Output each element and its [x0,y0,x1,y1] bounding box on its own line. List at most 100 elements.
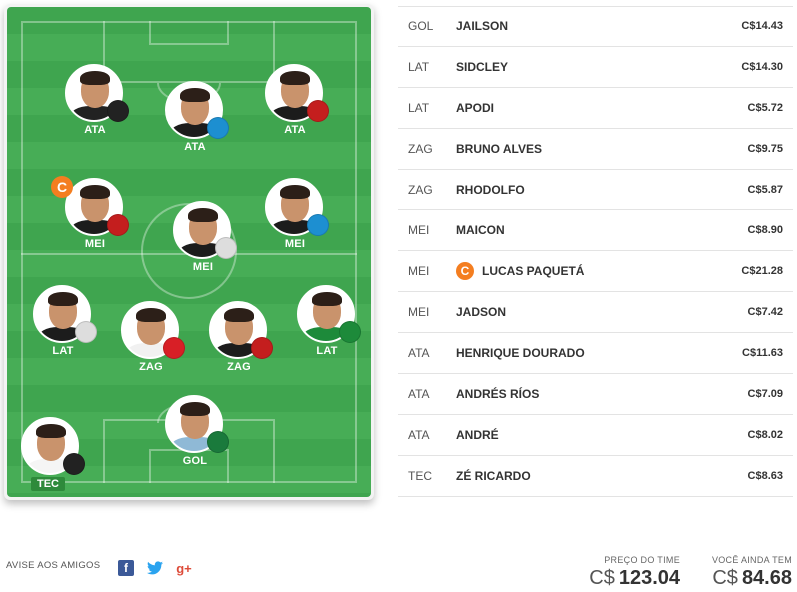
row-player-name: HENRIQUE DOURADO [456,346,585,361]
row-player-name-cell: ZÉ RICARDO [456,469,703,483]
row-player-name-cell: HENRIQUE DOURADO [456,346,703,360]
team-list-row[interactable]: MEI C LUCAS PAQUETÁ C$21.28 [398,251,793,293]
club-badge-icon [207,117,229,139]
club-badge-icon [251,337,273,359]
row-position: ZAG [408,141,433,156]
club-badge-icon [307,100,329,122]
row-position: LAT [408,59,430,74]
field-player[interactable]: ZAG [116,301,186,391]
coach-position-label: TEC [31,477,65,491]
row-player-name-cell: MAICON [456,223,703,237]
field-player[interactable]: ATA [160,81,230,171]
row-player-name-cell: RHODOLFO [456,183,703,197]
club-badge-icon [163,337,185,359]
row-player-name: RHODOLFO [456,182,525,197]
row-position: GOL [408,19,434,34]
row-player-name-cell: JADSON [456,305,703,319]
team-list-row[interactable]: GOL JAILSON C$14.43 [398,6,793,47]
row-position: MEI [408,264,430,279]
field-player[interactable]: ZAG [204,301,274,391]
row-price: C$21.28 [741,265,783,278]
team-price-label: PREÇO DO TIME [604,555,680,565]
row-player-name: MAICON [456,223,505,238]
facebook-icon[interactable]: f [118,560,134,576]
row-position: MEI [408,305,430,320]
remaining-budget-value: 84.68 [741,567,792,589]
player-position-label: GOL [182,455,208,467]
remaining-budget-block: VOCÊ AINDA TEM C$ 84.68 [700,555,792,590]
row-price: C$8.90 [747,224,783,237]
club-badge-icon [63,453,85,475]
row-player-name-cell: BRUNO ALVES [456,142,703,156]
team-list-row[interactable]: MEI JADSON C$7.42 [398,292,793,334]
remaining-budget-value-row: C$ 84.68 [700,567,792,590]
row-price: C$5.72 [747,101,783,114]
team-list-row[interactable]: MEI MAICON C$8.90 [398,210,793,252]
team-list-row[interactable]: TEC ZÉ RICARDO C$8.63 [398,456,793,497]
team-list-row[interactable]: ZAG BRUNO ALVES C$9.75 [398,129,793,170]
row-player-name: SIDCLEY [456,59,509,74]
google-plus-icon[interactable]: g+ [176,560,192,576]
row-player-name-cell: C LUCAS PAQUETÁ [456,262,703,281]
row-position: ATA [408,427,430,442]
team-list-row[interactable]: LAT APODI C$5.72 [398,88,793,129]
player-position-label: LAT [52,345,74,357]
club-badge-icon [339,321,361,343]
player-position-label: MEI [84,238,106,250]
team-list-row[interactable]: ATA ANDRÉS RÍOS C$7.09 [398,374,793,415]
row-price: C$11.63 [742,347,783,360]
row-price: C$9.75 [747,142,783,155]
field-player[interactable]: ATA [260,64,330,154]
remaining-budget-currency: C$ [712,567,738,589]
club-badge-icon [207,431,229,453]
soccer-field: ATA ATA ATA MEI C MEI MEI LAT ZAG ZAG LA… [7,7,371,497]
field-player[interactable]: LAT [292,285,362,375]
player-position-label: ATA [84,124,106,136]
club-badge-icon [107,100,129,122]
row-player-name-cell: SIDCLEY [456,60,703,74]
row-position: MEI [408,223,430,238]
row-price: C$7.09 [747,387,783,400]
row-player-name: BRUNO ALVES [456,141,543,156]
row-player-name: ANDRÉS RÍOS [456,386,540,401]
team-price-currency: C$ [589,567,615,589]
row-position: ATA [408,386,430,401]
team-price-value: 123.04 [618,567,680,589]
field-player[interactable]: MEI [168,201,238,291]
team-list-row[interactable]: ATA ANDRÉ C$8.02 [398,415,793,456]
team-list: GOL JAILSON C$14.43 LAT SIDCLEY C$14.30 LAT APO… [398,6,793,497]
field-panel: ATA ATA ATA MEI C MEI MEI LAT ZAG ZAG LA… [4,4,374,500]
row-price: C$14.30 [741,60,783,73]
row-player-name: JAILSON [456,19,509,34]
field-player[interactable]: LAT [28,285,98,375]
captain-badge-icon: C [456,262,474,281]
club-badge-icon [215,237,237,259]
row-player-name-cell: ANDRÉ [456,428,703,442]
twitter-icon[interactable] [147,560,163,576]
field-player[interactable]: MEI [260,178,330,268]
row-player-name-cell: JAILSON [456,19,703,33]
player-position-label: ATA [284,124,306,136]
row-player-name-cell: APODI [456,101,703,115]
row-player-name: ANDRÉ [456,427,499,442]
player-position-label: ZAG [139,361,163,373]
player-position-label: MEI [284,238,306,250]
team-list-row[interactable]: ZAG RHODOLFO C$5.87 [398,170,793,211]
row-player-name: LUCAS PAQUETÁ [482,264,585,279]
row-player-name: ZÉ RICARDO [456,468,531,483]
club-badge-icon [307,214,329,236]
row-player-name: JADSON [456,305,507,320]
team-list-row[interactable]: LAT SIDCLEY C$14.30 [398,47,793,88]
field-player[interactable]: GOL [160,395,230,485]
goal-area-top [149,21,229,45]
team-price-value-row: C$ 123.04 [580,567,680,590]
row-price: C$5.87 [747,183,783,196]
team-list-row[interactable]: ATA HENRIQUE DOURADO C$11.63 [398,333,793,375]
row-position: ATA [408,346,430,361]
row-price: C$7.42 [747,306,783,319]
row-player-name-cell: ANDRÉS RÍOS [456,387,703,401]
club-badge-icon [107,214,129,236]
field-player[interactable]: ATA [60,64,130,154]
row-position: ZAG [408,182,433,197]
club-badge-icon [75,321,97,343]
